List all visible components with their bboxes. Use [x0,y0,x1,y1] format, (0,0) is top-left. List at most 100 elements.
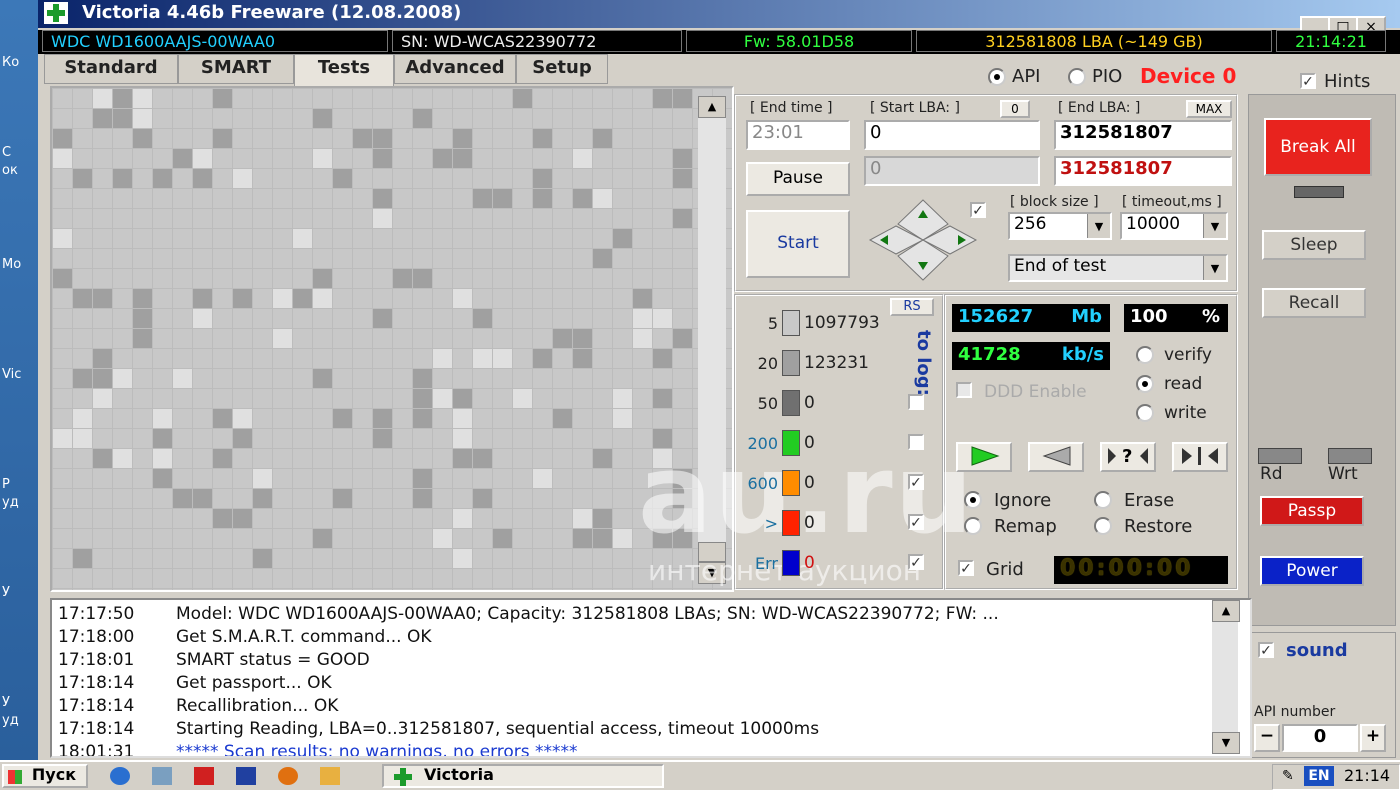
event-log[interactable]: 17:17:50 Model: WDC WD1600AAJS-00WAA0; Ca… [50,598,1252,758]
log-to-file-checkbox[interactable]: ✓ [908,554,924,570]
tab-setup[interactable]: Setup [516,54,608,84]
play-reverse-button[interactable] [1028,442,1084,472]
percent-value: 100 [1130,306,1168,327]
desktop-icon-label[interactable]: уд [2,495,19,510]
scan-block [433,149,452,168]
log-to-file-checkbox[interactable] [908,394,924,410]
firefox-icon[interactable] [278,767,298,785]
end-lba-max-button[interactable]: MAX [1186,100,1232,118]
tab-advanced[interactable]: Advanced [394,54,516,84]
tab-standard[interactable]: Standard [44,54,178,84]
pause-button[interactable]: Pause [746,162,850,196]
scan-block [313,149,332,168]
sleep-button[interactable]: Sleep [1262,230,1366,260]
scan-block [453,389,472,408]
app-icon [44,2,68,24]
desktop-icon-label[interactable]: Vic [2,367,21,382]
scan-block [113,109,132,128]
api-number-field[interactable]: 0 [1282,724,1358,752]
desktop-icon[interactable] [152,767,172,785]
drive-model: WDC WD1600AAJS-00WAA0 [42,30,388,52]
taskbar-item-victoria[interactable]: Victoria [382,764,664,788]
start-button[interactable]: Start [746,210,850,278]
break-all-button[interactable]: Break All [1264,118,1372,176]
end-action-select[interactable]: End of test ▼ [1008,254,1228,282]
desktop-icon-label[interactable]: Ко [2,55,19,70]
sound-checkbox[interactable]: ✓ [1258,642,1274,658]
device-label[interactable]: Device 0 [1140,64,1236,88]
desktop-icon-label[interactable]: У [2,695,10,710]
elapsed-timer: 00:00:00 [1054,556,1228,584]
reset-stats-button[interactable]: RS [890,298,934,316]
grid-checkbox[interactable]: ✓ [958,560,974,576]
scan-block [673,169,692,188]
butterfly-button[interactable] [1172,442,1228,472]
scan-block [593,509,612,528]
passport-button[interactable]: Passp [1260,496,1364,526]
end-lba-field[interactable]: 312581807 [1054,120,1232,150]
end-time-field[interactable]: 23:01 [746,120,850,150]
ddd-checkbox[interactable] [956,382,972,398]
read-radio[interactable] [1136,375,1154,393]
log-to-file-checkbox[interactable] [908,434,924,450]
tab-smart[interactable]: SMART [178,54,294,84]
log-scrollbar[interactable]: ▲ ▼ [1212,600,1240,754]
direction-checkbox[interactable]: ✓ [970,202,986,218]
tab-tests[interactable]: Tests [294,54,394,88]
scan-block [53,229,72,248]
log-text: Get S.M.A.R.T. command... OK [176,627,432,647]
erase-label: Erase [1124,490,1175,511]
language-indicator[interactable]: EN [1304,766,1334,786]
scan-block [633,289,652,308]
api-number-increment[interactable]: + [1360,724,1386,752]
api-radio[interactable] [988,68,1006,86]
threshold-label: > [764,514,778,533]
restore-radio[interactable] [1094,517,1112,535]
scroll-down-icon[interactable]: ▼ [1212,732,1240,754]
chevron-down-icon[interactable]: ▼ [1203,214,1226,238]
start-lba-zero-button[interactable]: 0 [1000,100,1030,118]
start-menu-button[interactable]: Пуск [2,764,88,788]
latency-color-swatch [782,350,800,376]
scroll-up-icon[interactable]: ▲ [698,96,726,118]
chevron-down-icon[interactable]: ▼ [1203,256,1226,280]
latency-count: 0 [804,393,815,413]
start-lba-field[interactable]: 0 [864,120,1040,150]
chevron-down-icon[interactable]: ▼ [1087,214,1110,238]
app-k-icon[interactable] [194,767,214,785]
desktop-icon-label[interactable]: У [2,585,10,600]
timeout-select[interactable]: 10000 ▼ [1120,212,1228,240]
erase-radio[interactable] [1094,491,1112,509]
direction-pad[interactable] [868,198,978,282]
safely-remove-icon[interactable]: ✎ [1282,768,1294,784]
hints-checkbox[interactable]: ✓ [1300,73,1316,89]
mb-readout: 152627 Mb [952,304,1110,332]
pio-radio[interactable] [1068,68,1086,86]
scroll-up-icon[interactable]: ▲ [1212,600,1240,622]
current-lba-field: 0 [864,156,1040,186]
verify-radio[interactable] [1136,346,1154,364]
save-icon[interactable] [236,767,256,785]
browser-icon[interactable] [110,767,130,785]
api-number-decrement[interactable]: − [1254,724,1280,752]
api-label: API [1012,66,1041,87]
tools-icon[interactable] [320,767,340,785]
log-to-file-checkbox[interactable]: ✓ [908,514,924,530]
desktop-icon-label[interactable]: С [2,145,11,160]
power-button[interactable]: Power [1260,556,1364,586]
desktop-icon-label[interactable]: Р [2,477,10,492]
title-bar[interactable]: Victoria 4.46b Freeware (12.08.2008) [38,0,1400,28]
scan-block [633,329,652,348]
log-to-file-checkbox[interactable]: ✓ [908,474,924,490]
scan-block [233,429,252,448]
desktop-icon-label[interactable]: уд [2,713,19,728]
scan-block [473,489,492,508]
random-seek-button[interactable]: ? [1100,442,1156,472]
write-radio[interactable] [1136,404,1154,422]
desktop-icon-label[interactable]: ок [2,163,18,178]
desktop-icon-label[interactable]: Мо [2,257,21,272]
block-size-select[interactable]: 256 ▼ [1008,212,1112,240]
scan-block [93,289,112,308]
scan-block [573,349,592,368]
recall-button[interactable]: Recall [1262,288,1366,318]
